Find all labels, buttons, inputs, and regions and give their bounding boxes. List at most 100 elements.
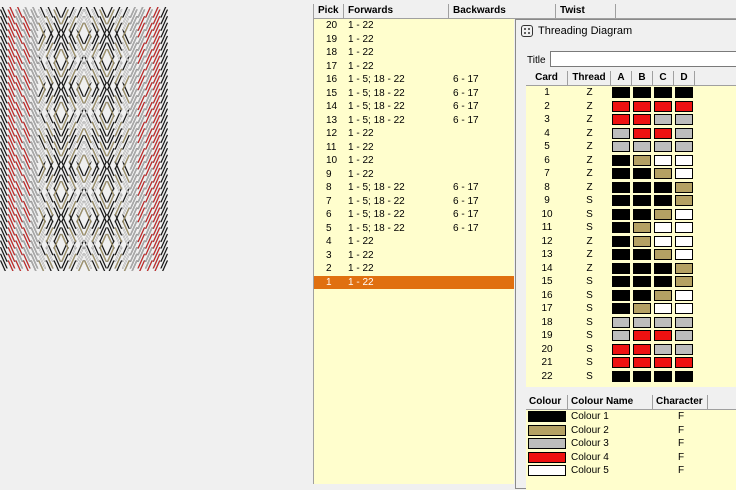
- thread-direction[interactable]: Z: [568, 127, 611, 141]
- window-titlebar[interactable]: Threading Diagram: [516, 20, 736, 44]
- card-row[interactable]: 16 S: [526, 289, 736, 303]
- card-row[interactable]: 9S: [526, 194, 736, 208]
- hole-d-colour-cell[interactable]: [675, 100, 693, 112]
- hole-a-colour-cell[interactable]: [612, 222, 630, 233]
- hole-c-colour-cell[interactable]: [654, 316, 672, 328]
- thread-direction[interactable]: S: [568, 329, 611, 343]
- hole-b-colour-cell[interactable]: [633, 222, 651, 233]
- hole-a-colour-cell[interactable]: [612, 127, 630, 139]
- hole-b-colour-cell[interactable]: [633, 181, 651, 193]
- hole-a-colour-cell[interactable]: [612, 330, 630, 341]
- pick-table[interactable]: Pick Forwards Backwards Twist 20 1 - 22 19…: [313, 4, 736, 484]
- card-row[interactable]: 7Z: [526, 167, 736, 181]
- hole-a-colour-cell[interactable]: [612, 262, 630, 274]
- hole-c-colour-cell[interactable]: [654, 141, 672, 152]
- card-row[interactable]: 21 S: [526, 356, 736, 370]
- hole-d-colour-cell[interactable]: [675, 141, 693, 152]
- hole-d-column-header[interactable]: D: [674, 71, 695, 85]
- pick-row[interactable]: 6 1 - 5; 18 - 22 6 - 17: [314, 208, 514, 222]
- colour-row[interactable]: Colour 4 F: [526, 451, 736, 465]
- thread-direction[interactable]: Z: [568, 248, 611, 262]
- hole-a-colour-cell[interactable]: [612, 168, 630, 179]
- forwards-column-header[interactable]: Forwards: [344, 4, 449, 18]
- hole-b-colour-cell[interactable]: [633, 262, 651, 274]
- hole-d-colour-cell[interactable]: [675, 343, 693, 355]
- hole-a-colour-cell[interactable]: [612, 114, 630, 125]
- hole-d-colour-cell[interactable]: [675, 235, 693, 247]
- hole-d-colour-cell[interactable]: [675, 114, 693, 125]
- pick-row[interactable]: 11 1 - 22: [314, 141, 514, 155]
- hole-a-colour-cell[interactable]: [612, 181, 630, 193]
- hole-d-colour-cell[interactable]: [675, 127, 693, 139]
- thread-direction[interactable]: S: [568, 289, 611, 303]
- hole-d-colour-cell[interactable]: [675, 276, 693, 287]
- colour-swatch[interactable]: [528, 438, 566, 449]
- pick-row[interactable]: 4 1 - 22: [314, 235, 514, 249]
- colour-row[interactable]: Colour 1 F: [526, 410, 736, 424]
- hole-a-colour-cell[interactable]: [612, 316, 630, 328]
- pick-row[interactable]: 8 1 - 5; 18 - 22 6 - 17: [314, 181, 514, 195]
- hole-d-colour-cell[interactable]: [675, 262, 693, 274]
- card-row[interactable]: 5Z: [526, 140, 736, 154]
- colour-row[interactable]: Colour 3 F: [526, 437, 736, 451]
- colour-row[interactable]: Colour 5 F: [526, 464, 736, 478]
- pick-row[interactable]: 12 1 - 22: [314, 127, 514, 141]
- hole-c-colour-cell[interactable]: [654, 370, 672, 382]
- colour-swatch[interactable]: [528, 465, 566, 476]
- hole-b-colour-cell[interactable]: [633, 114, 651, 125]
- hole-c-colour-cell[interactable]: [654, 100, 672, 112]
- pick-row[interactable]: 1 1 - 22: [314, 275, 514, 289]
- hole-b-colour-cell[interactable]: [633, 127, 651, 139]
- card-row[interactable]: 14 Z: [526, 262, 736, 276]
- hole-d-colour-cell[interactable]: [675, 289, 693, 301]
- pick-row[interactable]: 14 1 - 5; 18 - 22 6 - 17: [314, 100, 514, 114]
- pick-row[interactable]: 17 1 - 22: [314, 60, 514, 74]
- card-row[interactable]: 20 S: [526, 343, 736, 357]
- hole-a-colour-cell[interactable]: [612, 289, 630, 301]
- hole-b-column-header[interactable]: B: [632, 71, 653, 85]
- hole-a-column-header[interactable]: A: [611, 71, 632, 85]
- hole-b-colour-cell[interactable]: [633, 316, 651, 328]
- hole-d-colour-cell[interactable]: [675, 208, 693, 220]
- hole-c-colour-cell[interactable]: [654, 114, 672, 125]
- thread-direction[interactable]: Z: [568, 181, 611, 195]
- card-row[interactable]: 18 S: [526, 316, 736, 330]
- hole-b-colour-cell[interactable]: [633, 249, 651, 260]
- hole-d-colour-cell[interactable]: [675, 303, 693, 314]
- thread-column-header[interactable]: Thread: [568, 71, 611, 85]
- card-row[interactable]: 17 S: [526, 302, 736, 316]
- hole-a-colour-cell[interactable]: [612, 208, 630, 220]
- card-row[interactable]: 10 S: [526, 208, 736, 222]
- card-row[interactable]: 22 S: [526, 370, 736, 384]
- colour-swatch[interactable]: [528, 424, 566, 436]
- hole-b-colour-cell[interactable]: [633, 141, 651, 152]
- pick-row[interactable]: 20 1 - 22: [314, 19, 514, 33]
- hole-b-colour-cell[interactable]: [633, 87, 651, 98]
- hole-c-colour-cell[interactable]: [654, 195, 672, 206]
- hole-a-colour-cell[interactable]: [612, 195, 630, 206]
- hole-d-colour-cell[interactable]: [675, 330, 693, 341]
- pick-row[interactable]: 7 1 - 5; 18 - 22 6 - 17: [314, 195, 514, 209]
- hole-c-colour-cell[interactable]: [654, 330, 672, 341]
- hole-b-colour-cell[interactable]: [633, 154, 651, 166]
- hole-b-colour-cell[interactable]: [633, 357, 651, 368]
- hole-d-colour-cell[interactable]: [675, 154, 693, 166]
- card-row[interactable]: 19 S: [526, 329, 736, 343]
- hole-c-column-header[interactable]: C: [653, 71, 674, 85]
- card-row[interactable]: 12 Z: [526, 235, 736, 249]
- hole-c-colour-cell[interactable]: [654, 357, 672, 368]
- pick-row[interactable]: 15 1 - 5; 18 - 22 6 - 17: [314, 87, 514, 101]
- card-column-header[interactable]: Card: [526, 71, 568, 85]
- hole-d-colour-cell[interactable]: [675, 87, 693, 98]
- hole-c-colour-cell[interactable]: [654, 222, 672, 233]
- pick-row[interactable]: 10 1 - 22: [314, 154, 514, 168]
- hole-c-colour-cell[interactable]: [654, 249, 672, 260]
- hole-d-colour-cell[interactable]: [675, 316, 693, 328]
- hole-c-colour-cell[interactable]: [654, 87, 672, 98]
- thread-direction[interactable]: Z: [568, 154, 611, 168]
- colour-swatch[interactable]: [528, 411, 566, 422]
- thread-direction[interactable]: Z: [568, 140, 611, 154]
- thread-direction[interactable]: S: [568, 221, 611, 235]
- hole-a-colour-cell[interactable]: [612, 249, 630, 260]
- pick-row[interactable]: 3 1 - 22: [314, 249, 514, 263]
